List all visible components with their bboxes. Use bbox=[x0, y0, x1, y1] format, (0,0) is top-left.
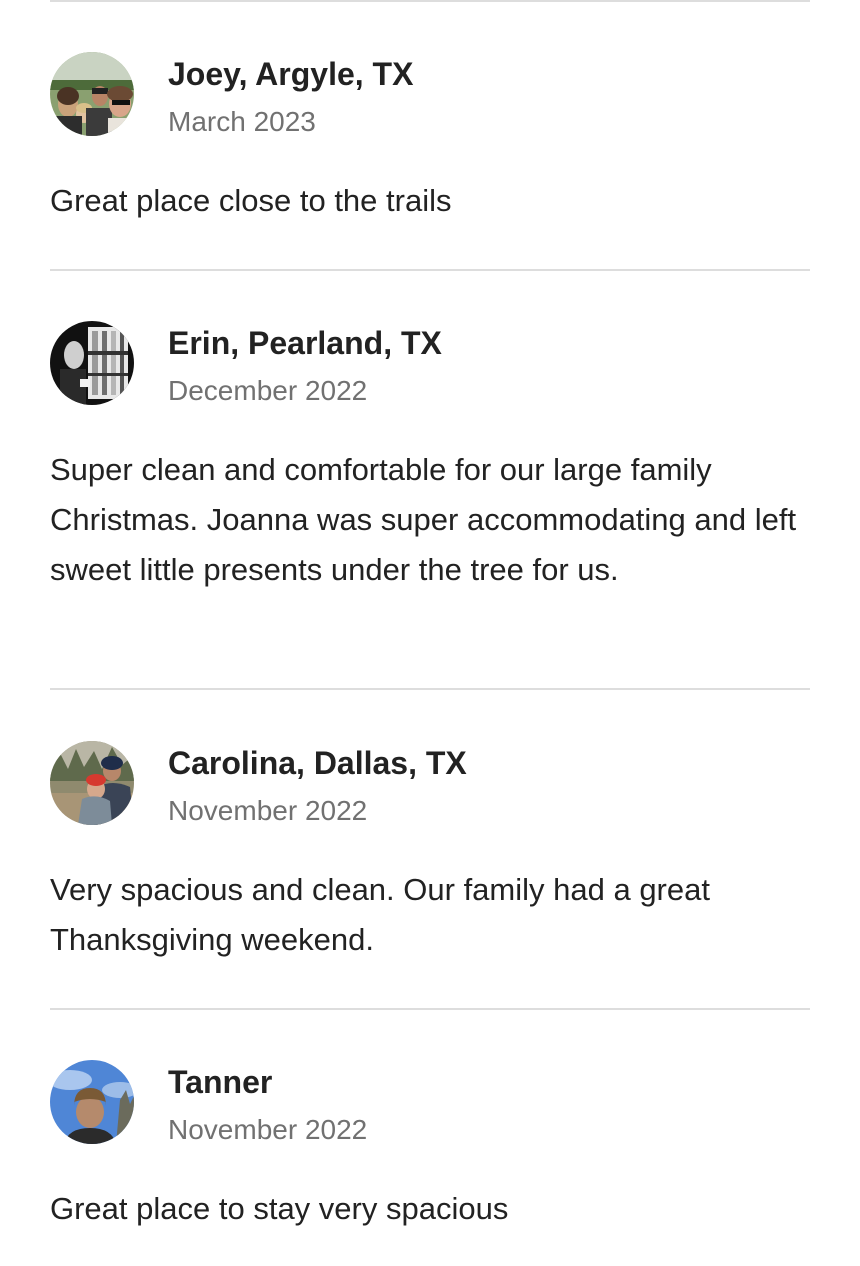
review-date: March 2023 bbox=[168, 106, 316, 137]
couple-photo-avatar-icon bbox=[50, 741, 134, 825]
review-date: November 2022 bbox=[168, 1114, 368, 1145]
review-item: Erin, Pearland, TX December 2022 Super c… bbox=[50, 321, 810, 641]
reviewer-name: Joey, Argyle, TX bbox=[168, 56, 414, 92]
black-white-photo-avatar-icon bbox=[50, 321, 134, 405]
review-date: November 2022 bbox=[168, 795, 368, 826]
review-item: Tanner November 2022 Great place to stay… bbox=[50, 1060, 810, 1250]
reviewer-avatar[interactable] bbox=[50, 1060, 134, 1144]
reviewer-avatar[interactable] bbox=[50, 321, 134, 405]
review-divider bbox=[50, 269, 810, 271]
reviewer-avatar[interactable] bbox=[50, 52, 134, 136]
review-divider bbox=[50, 0, 810, 2]
reviewer-name: Erin, Pearland, TX bbox=[168, 325, 442, 361]
review-text: Great place close to the trails bbox=[50, 183, 452, 218]
review-item: Carolina, Dallas, TX November 2022 Very … bbox=[50, 741, 810, 961]
review-text: Very spacious and clean. Our family had … bbox=[50, 872, 710, 957]
review-text: Super clean and comfortable for our larg… bbox=[50, 452, 797, 587]
review-text: Great place to stay very spacious bbox=[50, 1191, 509, 1226]
portrait-photo-avatar-icon bbox=[50, 1060, 134, 1144]
reviewer-name: Carolina, Dallas, TX bbox=[168, 745, 467, 781]
reviewer-avatar[interactable] bbox=[50, 741, 134, 825]
review-divider bbox=[50, 688, 810, 690]
review-item: Joey, Argyle, TX March 2023 Great place … bbox=[50, 52, 810, 232]
review-date: December 2022 bbox=[168, 375, 368, 406]
reviewer-name: Tanner bbox=[168, 1064, 273, 1100]
review-divider bbox=[50, 1008, 810, 1010]
family-photo-avatar-icon bbox=[50, 52, 134, 136]
